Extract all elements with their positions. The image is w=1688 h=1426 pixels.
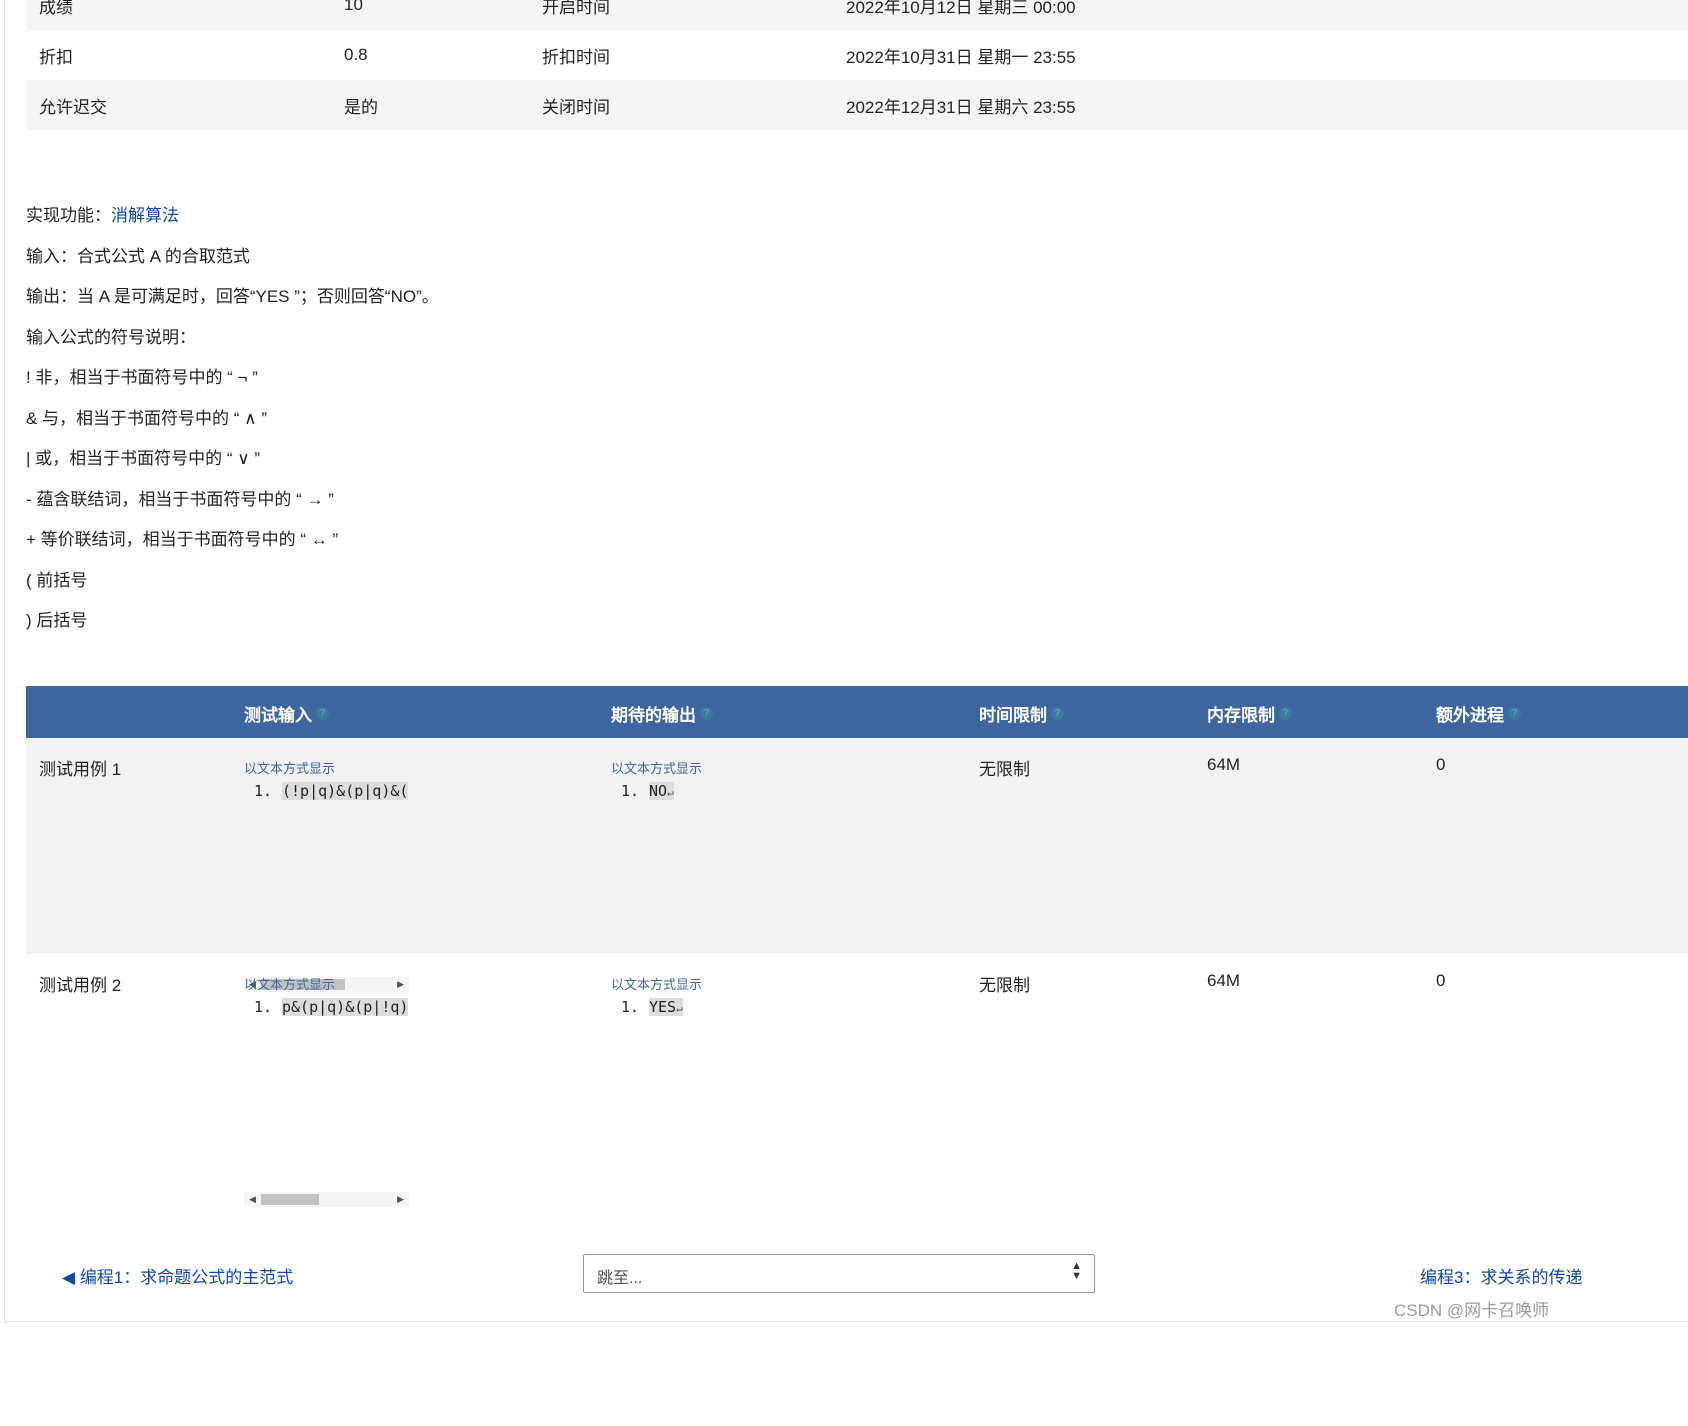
description-line: 输入公式的符号说明： — [26, 327, 196, 347]
question-circle-icon[interactable]: ? — [1051, 707, 1064, 720]
info-label: 开启时间 — [542, 0, 610, 17]
function-line: 实现功能：消解算法 — [26, 196, 439, 237]
testcase-row: 测试用例 1 以文本方式显示 1. (!p|q)&(p|q)&( 以文本方式显示 … — [26, 738, 1688, 992]
testcases-header: 测试输入? 期待的输出? 时间限制? 内存限制? 额外进程? — [26, 686, 1688, 738]
info-label: 成绩 — [39, 0, 73, 17]
scroll-right-arrow-icon[interactable]: ▶ — [397, 1194, 404, 1205]
function-link[interactable]: 消解算法 — [111, 206, 179, 225]
show-as-text-link[interactable]: 以文本方式显示 — [244, 758, 335, 777]
info-label: 关闭时间 — [542, 97, 610, 117]
scroll-left-arrow-icon[interactable]: ◀ — [249, 1194, 256, 1205]
scrollbar-thumb[interactable] — [261, 1194, 319, 1205]
next-activity-link[interactable]: 编程3：求关系的传递 — [1420, 1263, 1582, 1288]
description-line: + 等价联结词，相当于书面符号中的 “ ↔ ” — [26, 530, 339, 549]
question-circle-icon[interactable]: ? — [316, 707, 329, 720]
question-navigation: ◀ 编程1：求命题公式的主范式 跳至... ▲ ▼ 编程3：求关系的传递 — [0, 1254, 1688, 1294]
header-memory-limit: 内存限制? — [1207, 701, 1292, 726]
page-bottom-border — [4, 1321, 1688, 1322]
description-line: ( 前括号 — [26, 570, 88, 590]
header-expected-output: 期待的输出? — [611, 701, 713, 726]
extra-process-value: 0 — [1436, 755, 1446, 774]
memory-limit-value: 64M — [1207, 971, 1241, 990]
triangle-left-icon: ◀ — [62, 1268, 76, 1287]
info-row: 允许迟交 是的 关闭时间 2022年12月31日 星期六 23:55 — [26, 80, 1688, 130]
expected-output-code: 1. NO↵ — [620, 782, 674, 800]
description-line: & 与，相当于书面符号中的 “ ∧ ” — [26, 408, 267, 428]
question-circle-icon[interactable]: ? — [700, 707, 713, 720]
horizontal-scrollbar[interactable]: ◀ ▶ — [244, 1192, 409, 1207]
header-test-input: 测试输入? — [244, 701, 329, 726]
info-row: 成绩 10 开启时间 2022年10月12日 星期三 00:00 — [26, 0, 1688, 30]
info-label: 折扣时间 — [542, 47, 610, 67]
description-line: ) 后括号 — [26, 611, 88, 630]
extra-process-value: 0 — [1436, 971, 1446, 990]
previous-activity-link[interactable]: ◀ 编程1：求命题公式的主范式 — [62, 1263, 293, 1288]
expected-output-code: 1. YES↵ — [620, 998, 683, 1016]
test-input-code: 1. (!p|q)&(p|q)&( — [253, 782, 409, 800]
assignment-info-table: 成绩 10 开启时间 2022年10月12日 星期三 00:00 折扣 0.8 … — [26, 0, 1688, 130]
info-value: 是的 — [344, 97, 378, 117]
page-left-border — [4, 0, 5, 1322]
info-value: 2022年10月31日 星期一 23:55 — [846, 47, 1076, 67]
info-label: 折扣 — [39, 47, 73, 67]
memory-limit-value: 64M — [1207, 755, 1241, 774]
testcase-row: 测试用例 2 以文本方式显示 1. p&(p|q)&(p|!q) 以文本方式显示 … — [26, 954, 1688, 1207]
testcase-name: 测试用例 2 — [39, 976, 122, 995]
function-label: 实现功能： — [26, 206, 111, 225]
show-as-text-link[interactable]: 以文本方式显示 — [611, 758, 702, 777]
description-line: - 蕴含联结词，相当于书面符号中的 “ → ” — [26, 489, 334, 509]
select-caret-icon: ▲ ▼ — [1071, 1260, 1082, 1282]
info-value: 0.8 — [344, 45, 368, 64]
description-line: 输入：合式公式 A 的合取范式 — [26, 246, 250, 266]
question-circle-icon[interactable]: ? — [1508, 707, 1521, 720]
testcases-table: 测试输入? 期待的输出? 时间限制? 内存限制? 额外进程? 测试用例 1 以文… — [26, 686, 1688, 1207]
show-as-text-link[interactable]: 以文本方式显示 — [244, 974, 335, 993]
question-circle-icon[interactable]: ? — [1279, 707, 1292, 720]
test-input-code: 1. p&(p|q)&(p|!q) — [253, 998, 409, 1016]
info-row: 折扣 0.8 折扣时间 2022年10月31日 星期一 23:55 — [26, 30, 1688, 80]
info-value: 2022年10月12日 星期三 00:00 — [846, 0, 1076, 17]
time-limit-value: 无限制 — [979, 760, 1030, 779]
info-value: 10 — [344, 0, 363, 14]
problem-description: 实现功能：消解算法 输入：合式公式 A 的合取范式 输出：当 A 是可满足时，回… — [26, 196, 439, 642]
description-line: ! 非，相当于书面符号中的 “ ¬ ” — [26, 368, 258, 387]
header-extra-process: 额外进程? — [1436, 701, 1521, 726]
jump-placeholder: 跳至... — [597, 1270, 643, 1287]
info-label: 允许迟交 — [39, 97, 107, 117]
jump-to-select[interactable]: 跳至... ▲ ▼ — [583, 1254, 1095, 1293]
description-line: | 或，相当于书面符号中的 “ ∨ ” — [26, 449, 261, 468]
header-time-limit: 时间限制? — [979, 701, 1064, 726]
show-as-text-link[interactable]: 以文本方式显示 — [611, 974, 702, 993]
watermark: CSDN @网卡召唤师 — [1394, 1301, 1550, 1320]
time-limit-value: 无限制 — [979, 976, 1030, 995]
description-line: 输出：当 A 是可满足时，回答“YES ”；否则回答“NO”。 — [26, 287, 439, 306]
info-value: 2022年12月31日 星期六 23:55 — [846, 97, 1076, 117]
testcase-name: 测试用例 1 — [39, 760, 122, 779]
